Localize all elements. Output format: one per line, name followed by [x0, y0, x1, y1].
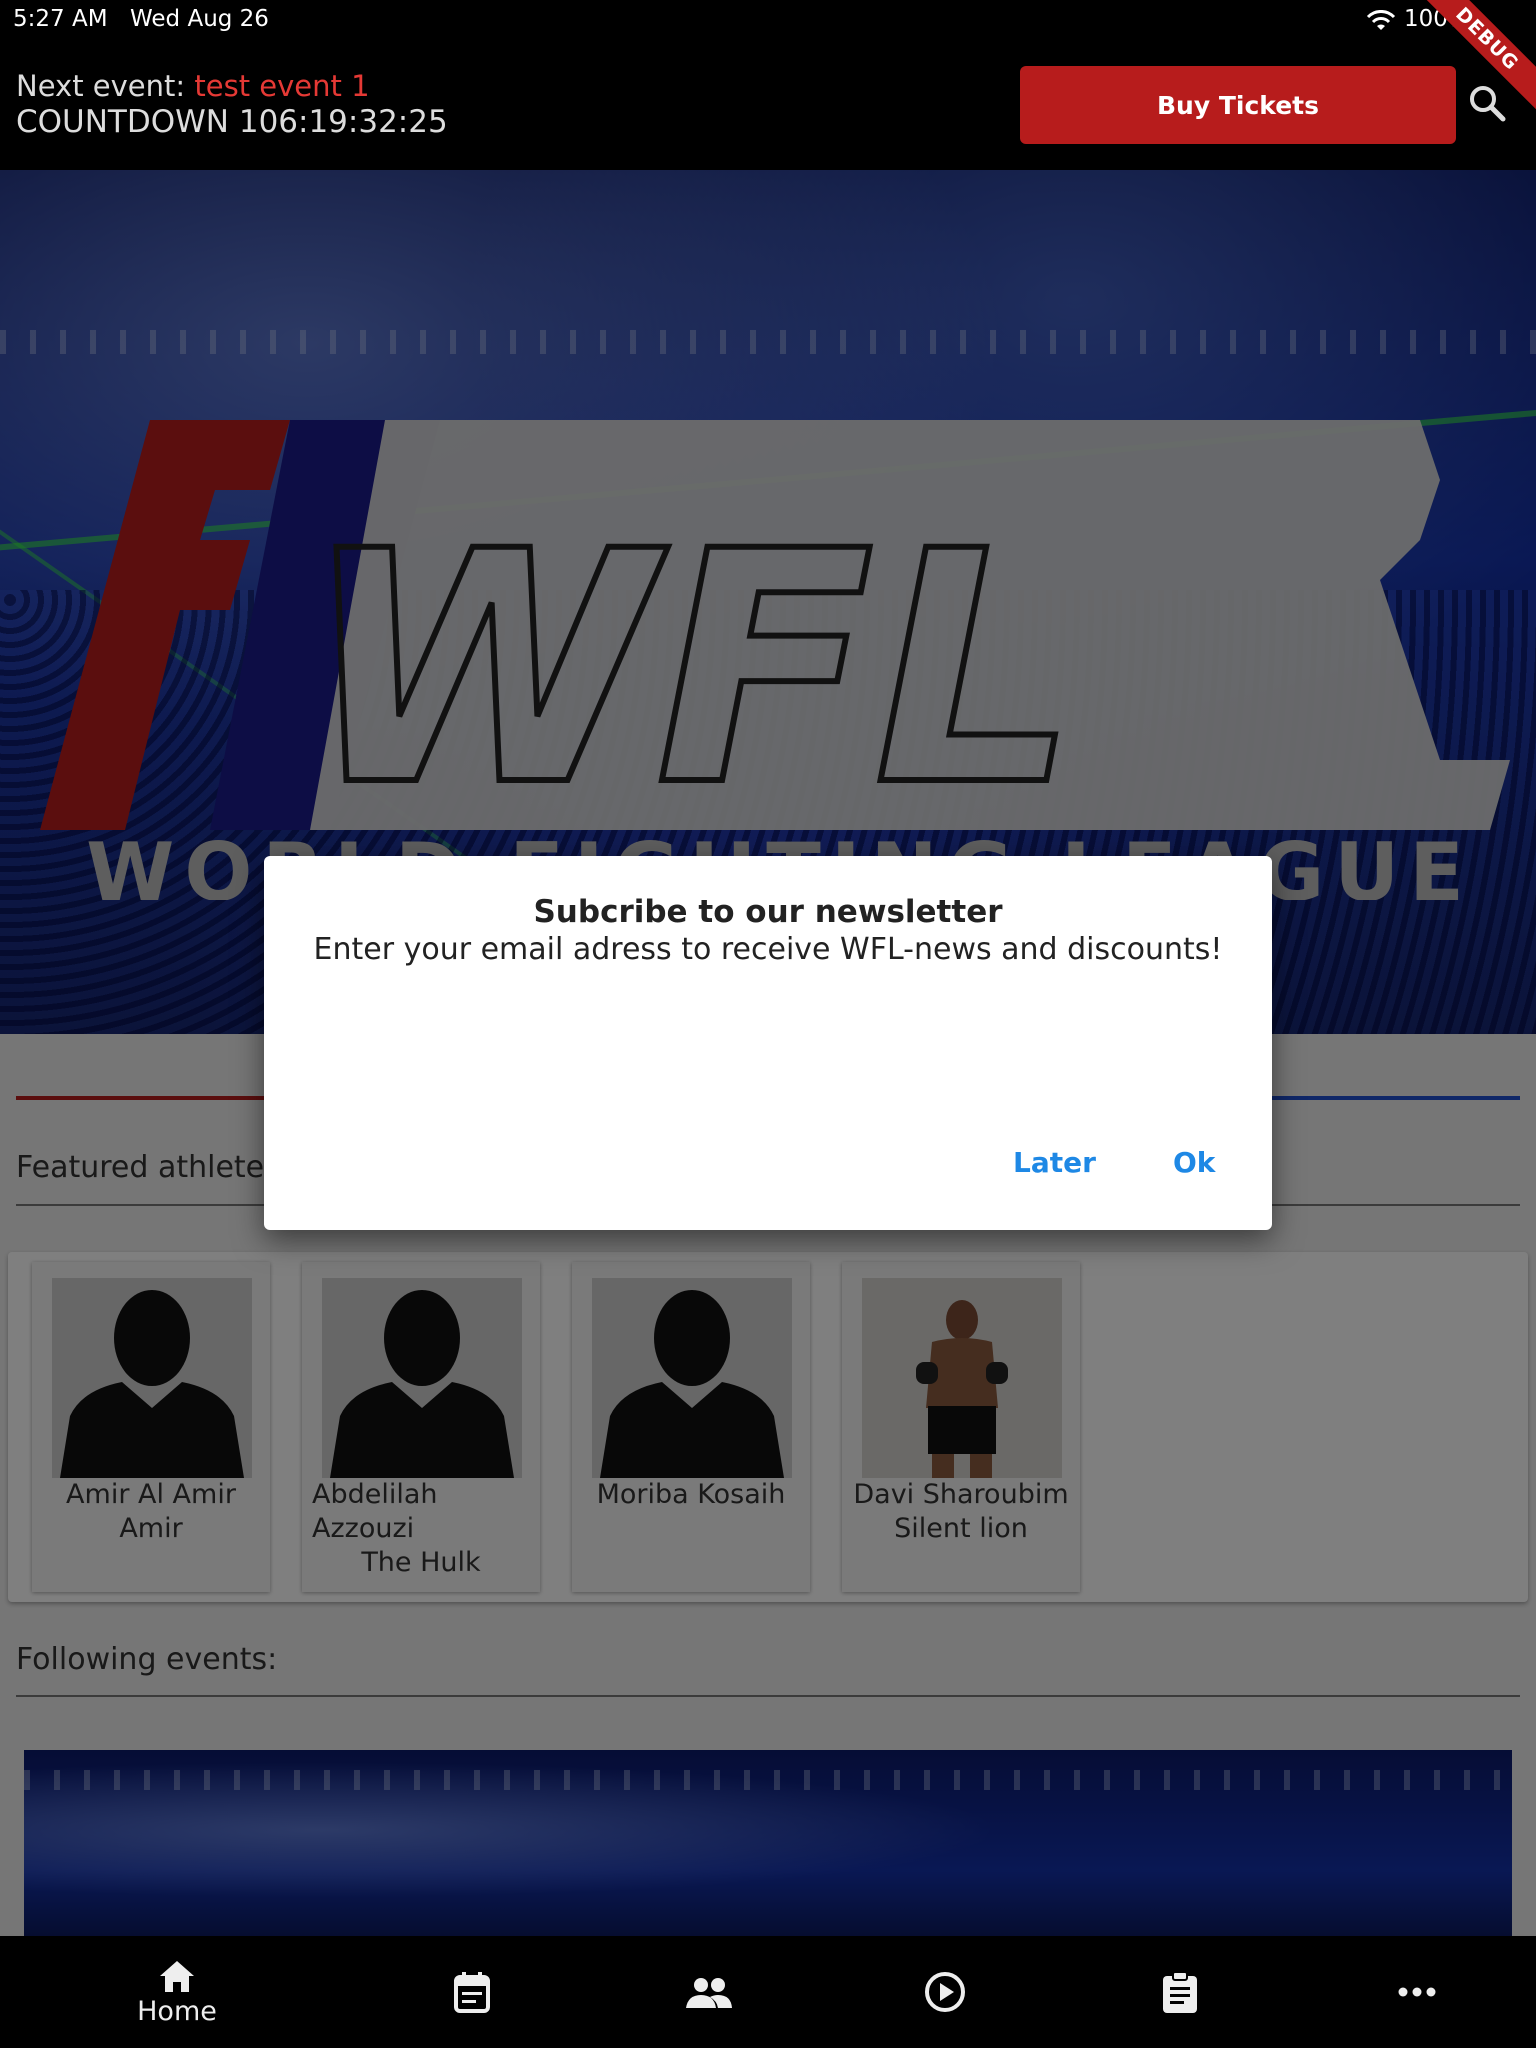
calendar-icon	[454, 1972, 490, 2013]
search-icon[interactable]	[1464, 80, 1510, 126]
home-icon	[160, 1960, 194, 1992]
ok-button[interactable]: Ok	[1173, 1146, 1215, 1179]
nav-more[interactable]	[1357, 1936, 1477, 2048]
nav-athletes[interactable]	[649, 1936, 769, 2048]
nav-events[interactable]	[412, 1936, 532, 2048]
nav-videos[interactable]	[885, 1936, 1005, 2048]
status-bar: 5:27 AM Wed Aug 26 100%	[0, 0, 1536, 42]
countdown-label: COUNTDOWN	[16, 104, 229, 140]
play-circle-icon	[925, 1972, 965, 2012]
later-button[interactable]: Later	[1013, 1146, 1096, 1179]
next-event: Next event: test event 1	[16, 69, 370, 103]
dialog-body: Enter your email adress to receive WFL-n…	[313, 932, 1223, 967]
app-root: 5:27 AM Wed Aug 26 100% DEBUG Next event…	[0, 0, 1536, 2048]
nav-home-label: Home	[137, 1995, 217, 2027]
buy-tickets-button[interactable]: Buy Tickets	[1020, 66, 1456, 144]
newsletter-dialog: Subcribe to our newsletter Enter your em…	[264, 856, 1272, 1230]
countdown: COUNTDOWN 106:19:32:25	[16, 104, 448, 140]
people-icon	[686, 1978, 732, 2008]
status-time: 5:27 AM	[13, 6, 108, 32]
bottom-navigation: Home	[0, 1936, 1536, 2048]
status-date: Wed Aug 26	[130, 6, 269, 32]
wifi-icon	[1366, 10, 1396, 38]
app-header: Next event: test event 1 COUNTDOWN 106:1…	[0, 42, 1536, 170]
dialog-title: Subcribe to our newsletter	[533, 894, 1003, 930]
nav-home[interactable]: Home	[117, 1936, 237, 2048]
nav-news[interactable]	[1120, 1936, 1240, 2048]
next-event-name[interactable]: test event 1	[194, 69, 369, 103]
more-icon	[1398, 1987, 1436, 1997]
next-event-label: Next event:	[16, 69, 186, 103]
clipboard-icon	[1163, 1971, 1197, 2013]
countdown-value: 106:19:32:25	[238, 104, 448, 140]
buy-tickets-label: Buy Tickets	[1156, 90, 1320, 120]
